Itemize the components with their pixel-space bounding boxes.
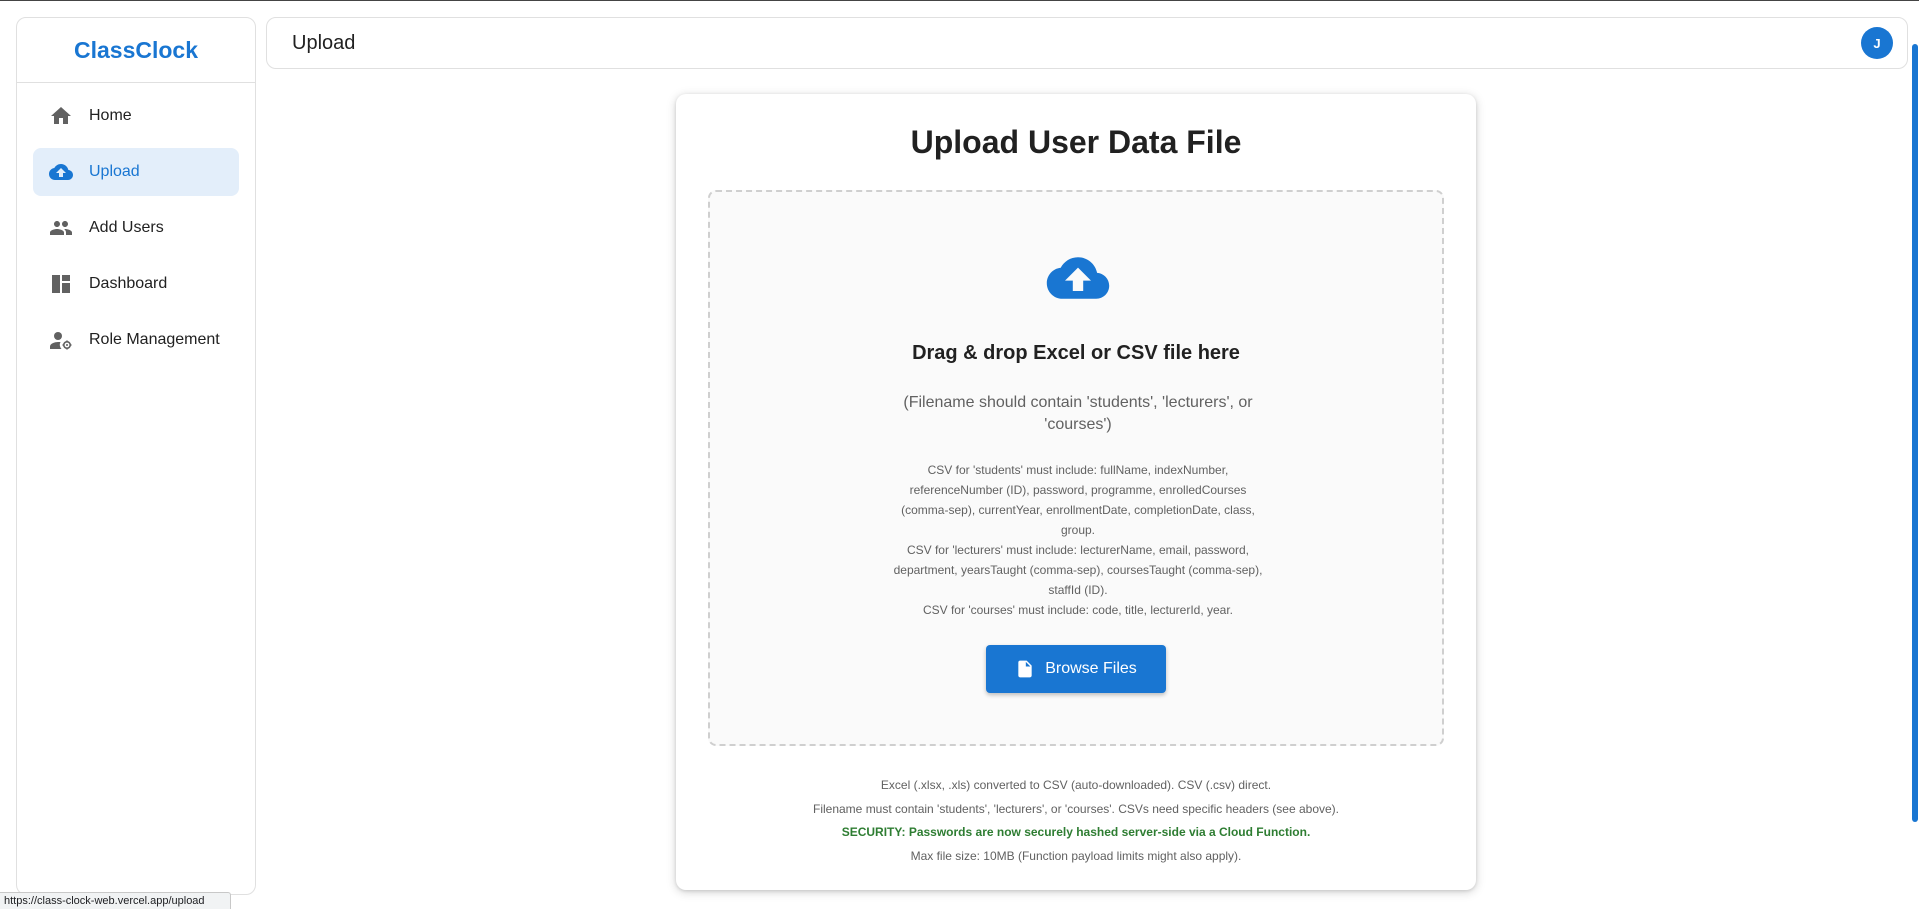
browse-files-button[interactable]: Browse Files: [986, 645, 1166, 693]
link-status-bar: https://class-clock-web.vercel.app/uploa…: [0, 892, 231, 909]
courses-requirements: CSV for 'courses' must include: code, ti…: [922, 603, 1234, 617]
browse-files-label: Browse Files: [1045, 660, 1137, 677]
sidebar-item-dashboard[interactable]: Dashboard: [33, 260, 239, 308]
sidebar-item-label: Upload: [89, 163, 140, 180]
upload-notes: Excel (.xlsx, .xls) converted to CSV (au…: [676, 774, 1476, 868]
avatar[interactable]: J: [1861, 27, 1893, 59]
people-icon: [49, 216, 73, 240]
top-app-bar: Upload J: [266, 17, 1908, 69]
sidebar-item-role-management[interactable]: Role Management: [33, 316, 239, 364]
sidebar-item-label: Add Users: [89, 219, 164, 236]
upload-card: Upload User Data File Drag & drop Excel …: [676, 94, 1476, 890]
security-note: SECURITY: Passwords are now securely has…: [841, 825, 1311, 839]
home-icon: [49, 104, 73, 128]
dashboard-icon: [49, 272, 73, 296]
dropzone-title: Drag & drop Excel or CSV file here: [912, 342, 1240, 364]
scrollbar-thumb[interactable]: [1912, 44, 1918, 822]
lecturers-requirements: CSV for 'lecturers' must include: lectur…: [893, 543, 1263, 597]
sidebar-item-label: Role Management: [89, 331, 220, 348]
students-requirements: CSV for 'students' must include: fullNam…: [901, 463, 1255, 537]
max-size-note: Max file size: 10MB (Function payload li…: [910, 848, 1242, 863]
manage-accounts-icon: [49, 328, 73, 352]
sidebar-item-label: Dashboard: [89, 275, 168, 292]
sidebar-item-add-users[interactable]: Add Users: [33, 204, 239, 252]
file-icon: [1018, 660, 1032, 678]
sidebar-item-upload[interactable]: Upload: [33, 148, 239, 196]
app-logo[interactable]: ClassClock: [17, 18, 255, 83]
page-title: Upload: [292, 31, 356, 54]
window-top-border: [0, 0, 1919, 1]
dropzone-subtitle: (Filename should contain 'students', 'le…: [903, 394, 1253, 433]
sidebar: ClassClock Home Upload Add Users Dashboa…: [16, 17, 256, 895]
file-dropzone[interactable]: Drag & drop Excel or CSV file here (File…: [708, 190, 1444, 746]
sidebar-nav: Home Upload Add Users Dashboard Role Man…: [17, 83, 255, 381]
conversion-note: Excel (.xlsx, .xls) converted to CSV (au…: [880, 778, 1272, 792]
cloud-upload-icon: [1046, 257, 1110, 299]
csv-requirements: CSV for 'students' must include: fullNam…: [888, 460, 1268, 620]
card-title: Upload User Data File: [910, 124, 1242, 160]
sidebar-item-home[interactable]: Home: [33, 92, 239, 140]
sidebar-item-label: Home: [89, 107, 132, 124]
filename-note: Filename must contain 'students', 'lectu…: [813, 801, 1339, 816]
cloud-upload-icon: [49, 160, 73, 184]
